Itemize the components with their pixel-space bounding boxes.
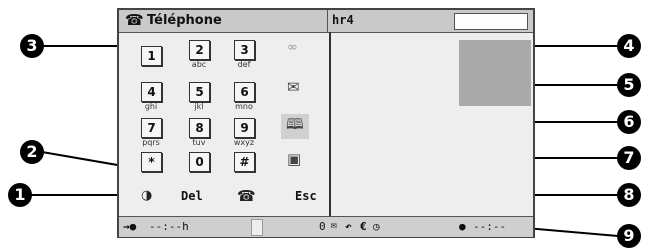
voicemail-icon[interactable]: ∞ bbox=[287, 40, 298, 55]
phonebook-icon[interactable]: 🕮 bbox=[281, 114, 309, 139]
status-mid-value: 0 bbox=[319, 220, 326, 233]
preview-area bbox=[459, 40, 531, 106]
title-input-box[interactable] bbox=[454, 13, 528, 30]
key-7[interactable]: 7 bbox=[141, 118, 162, 138]
key-star[interactable]: * bbox=[141, 152, 162, 172]
key-6-letters: mno bbox=[235, 102, 253, 111]
key-0[interactable]: 0 bbox=[189, 152, 210, 172]
key-9-letters: wxyz bbox=[233, 138, 255, 147]
key-6[interactable]: 6 bbox=[234, 82, 255, 102]
key-4-letters: ghi bbox=[144, 102, 158, 111]
key-1[interactable]: 1 bbox=[141, 46, 162, 66]
status-right-time: --:-- bbox=[473, 220, 507, 233]
callback-icon: ↶ bbox=[345, 220, 352, 233]
key-5[interactable]: 5 bbox=[189, 82, 210, 102]
key-3[interactable]: 3 bbox=[234, 40, 255, 60]
callout-6: 6 bbox=[617, 110, 641, 134]
hangup-icon[interactable]: ☎ bbox=[237, 187, 256, 205]
speaker-icon[interactable]: ◑ bbox=[141, 188, 152, 203]
status-sms-icon: ✉ bbox=[331, 220, 338, 231]
telephone-icon: ☎ bbox=[125, 11, 144, 29]
callout-7: 7 bbox=[617, 146, 641, 170]
key-3-letters: def bbox=[237, 60, 251, 69]
phone-screen: ☎ Téléphone hr4 1 2 abc 3 def 4 ghi 5 jk… bbox=[117, 8, 535, 238]
key-7-letters: pqrs bbox=[142, 138, 160, 147]
del-button[interactable]: Del bbox=[181, 189, 203, 203]
panel-divider bbox=[329, 32, 331, 216]
euro-icon: € bbox=[360, 220, 367, 233]
contact-card-icon[interactable]: ▣ bbox=[287, 150, 301, 168]
status-bar: →● --:--h 0 ✉ ↶ € ◷ ● --:-- bbox=[119, 216, 533, 237]
key-hash[interactable]: # bbox=[234, 152, 255, 172]
clock-icon: ◷ bbox=[373, 220, 380, 233]
key-8-letters: tuv bbox=[192, 138, 206, 147]
title-divider bbox=[327, 10, 328, 32]
key-2[interactable]: 2 bbox=[189, 40, 210, 60]
app-title: Téléphone bbox=[147, 13, 222, 28]
status-signal-cell bbox=[251, 219, 263, 236]
status-dot-icon: ● bbox=[459, 220, 466, 233]
key-5-letters: jkl bbox=[194, 102, 204, 111]
network-name: hr4 bbox=[332, 13, 354, 27]
callout-9: 9 bbox=[617, 224, 641, 248]
envelope-icon[interactable]: ✉ bbox=[287, 78, 300, 96]
status-left-time: --:--h bbox=[149, 220, 189, 233]
callout-5: 5 bbox=[617, 73, 641, 97]
key-2-letters: abc bbox=[191, 60, 207, 69]
callout-8: 8 bbox=[617, 183, 641, 207]
key-4[interactable]: 4 bbox=[141, 82, 162, 102]
callout-4: 4 bbox=[617, 34, 641, 58]
title-bar: ☎ Téléphone hr4 bbox=[119, 10, 533, 33]
esc-button[interactable]: Esc bbox=[295, 189, 317, 203]
call-forward-icon: →● bbox=[123, 220, 137, 233]
key-8[interactable]: 8 bbox=[189, 118, 210, 138]
callout-3: 3 bbox=[20, 34, 44, 58]
callout-2: 2 bbox=[20, 140, 44, 164]
key-9[interactable]: 9 bbox=[234, 118, 255, 138]
callout-1: 1 bbox=[8, 183, 32, 207]
